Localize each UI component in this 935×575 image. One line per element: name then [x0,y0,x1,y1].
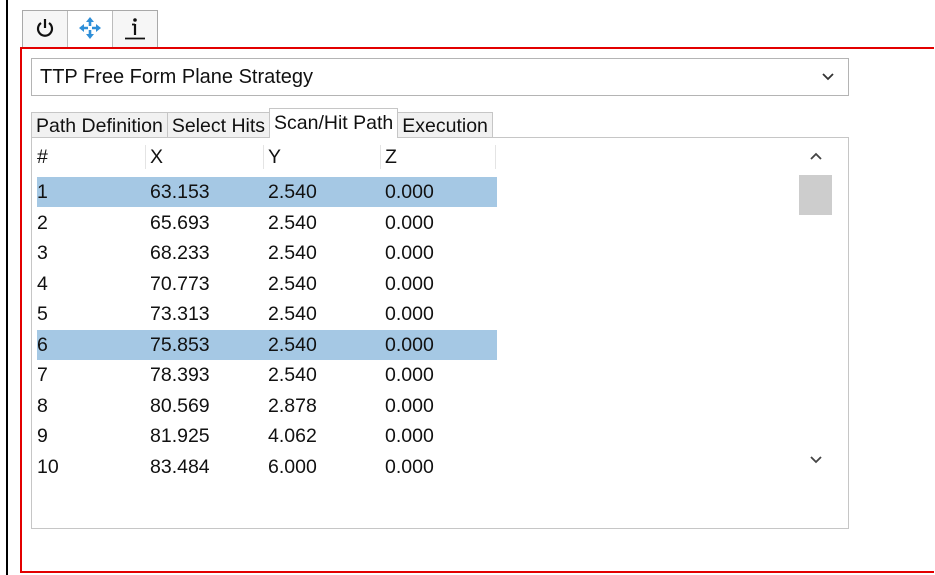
tab-scan-hit-path[interactable]: Scan/Hit Path [269,108,399,138]
cell-z: 0.000 [385,364,434,386]
cell-index: 1 [37,181,48,203]
cell-z: 0.000 [385,333,434,356]
power-icon [34,17,56,44]
scroll-down-button[interactable] [799,446,832,476]
cell-z: 0.000 [385,303,434,325]
table-row[interactable]: 1 63.153 2.540 0.000 [37,177,497,207]
cell-y: 2.540 [268,211,317,234]
tab-select-hits[interactable]: Select Hits [166,112,271,138]
table-row[interactable]: 9 81.925 4.062 0.000 [37,421,497,451]
cell-x: 75.853 [150,333,210,356]
table-row[interactable]: 2 65.693 2.540 0.000 [37,208,497,238]
header-divider [263,145,264,169]
cell-x: 68.233 [150,242,210,264]
header-divider [495,145,496,169]
table-row[interactable]: 4 70.773 2.540 0.000 [37,269,497,299]
table-row[interactable]: 7 78.393 2.540 0.000 [37,360,497,390]
table-row[interactable]: 10 83.484 6.000 0.000 [37,452,497,482]
cell-index: 7 [37,364,48,386]
cell-index: 5 [37,303,48,325]
cell-z: 0.000 [385,455,434,478]
cell-z: 0.000 [385,181,434,203]
cell-z: 0.000 [385,242,434,264]
table-row[interactable]: 5 73.313 2.540 0.000 [37,299,497,329]
grid-header-row: # X Y Z [37,143,497,173]
column-header-y[interactable]: Y [268,143,281,171]
cell-index: 4 [37,272,48,295]
cell-y: 2.540 [268,272,317,295]
strategy-dropdown-value: TTP Free Form Plane Strategy [40,65,314,88]
scroll-thumb[interactable] [799,175,832,215]
toolbar [22,10,158,49]
cell-y: 2.540 [268,333,317,356]
hit-path-grid[interactable]: # X Y Z 1 63.153 2.540 0.000 2 65.693 2.540 0.0… [37,143,837,488]
header-divider [380,145,381,169]
cell-index: 10 [37,455,59,478]
cell-x: 73.313 [150,303,210,325]
info-button[interactable] [113,11,157,49]
table-row[interactable]: 6 75.853 2.540 0.000 [37,329,497,360]
cell-x: 65.693 [150,211,210,234]
strategy-dropdown[interactable]: TTP Free Form Plane Strategy [31,58,849,96]
cell-y: 4.062 [268,425,317,447]
cell-index: 2 [37,211,48,234]
cell-z: 0.000 [385,394,434,417]
cell-index: 9 [37,425,48,447]
cell-y: 2.540 [268,303,317,325]
cell-index: 3 [37,242,48,264]
info-icon [124,15,146,46]
cell-x: 63.153 [150,181,210,203]
scan-hit-path-panel: # X Y Z 1 63.153 2.540 0.000 2 65.693 2.540 0.0… [31,137,849,529]
cell-x: 83.484 [150,455,210,478]
column-header-z[interactable]: Z [385,143,397,171]
tab-execution[interactable]: Execution [397,112,493,138]
vertical-scrollbar[interactable] [799,142,832,476]
scroll-up-button[interactable] [799,142,832,172]
cell-z: 0.000 [385,211,434,234]
cell-y: 2.878 [268,394,317,417]
cell-z: 0.000 [385,272,434,295]
move-arrows-icon [78,16,102,45]
chevron-down-icon [809,452,823,470]
table-row[interactable]: 3 68.233 2.540 0.000 [37,238,497,268]
cell-x: 81.925 [150,425,210,447]
cell-z: 0.000 [385,425,434,447]
cell-index: 8 [37,394,48,417]
chevron-down-icon [808,72,848,82]
tab-strip: Path Definition Select Hits Scan/Hit Pat… [31,108,493,138]
cell-y: 2.540 [268,242,317,264]
tab-path-definition[interactable]: Path Definition [31,112,168,138]
cell-y: 2.540 [268,364,317,386]
cell-x: 80.569 [150,394,210,417]
cell-y: 6.000 [268,455,317,478]
cell-x: 70.773 [150,272,210,295]
window-left-edge [6,0,8,575]
cell-index: 6 [37,333,48,356]
cell-x: 78.393 [150,364,210,386]
table-row[interactable]: 8 80.569 2.878 0.000 [37,391,497,421]
power-button[interactable] [23,11,68,49]
column-header-x[interactable]: X [150,143,163,171]
chevron-up-icon [809,148,823,166]
column-header-index[interactable]: # [37,143,48,171]
cell-y: 2.540 [268,181,317,203]
header-divider [145,145,146,169]
move-button[interactable] [68,11,113,49]
